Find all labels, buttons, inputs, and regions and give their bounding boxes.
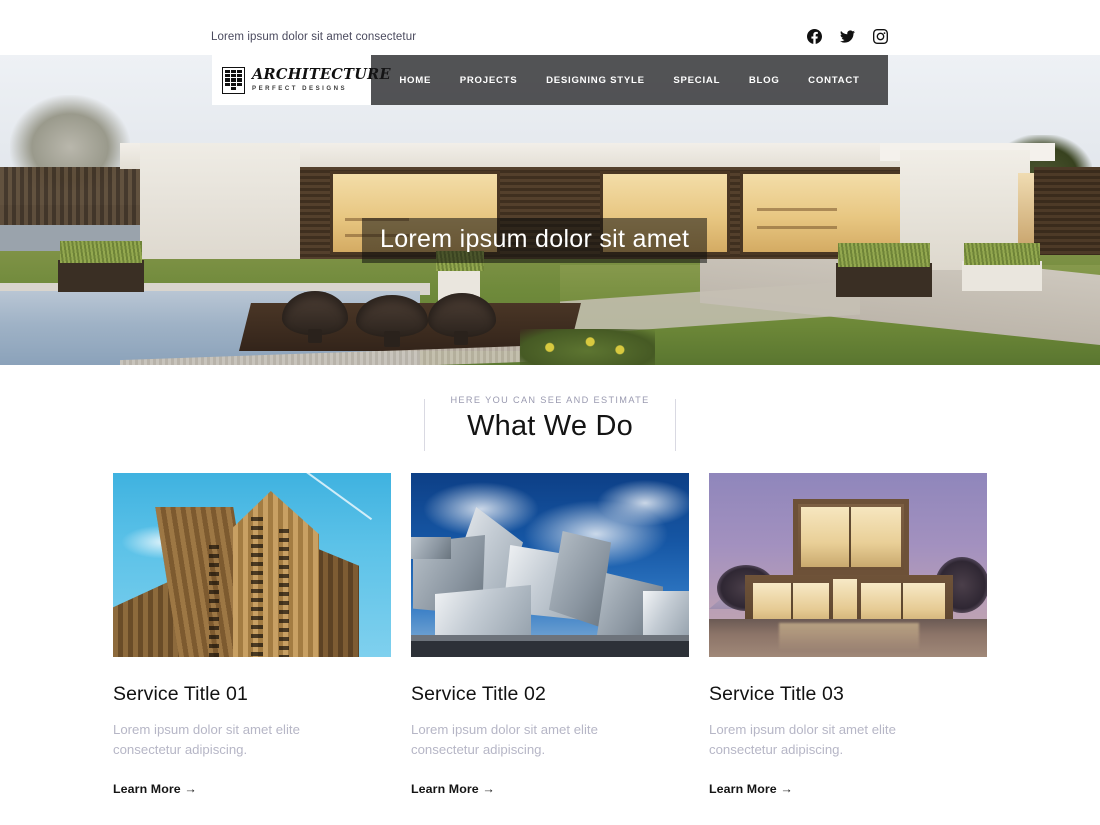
service-card-title: Service Title 02 <box>411 683 546 705</box>
service-card-title: Service Title 01 <box>113 683 248 705</box>
nav-item-projects[interactable]: PROJECTS <box>460 75 518 86</box>
service-card-learn-more-link[interactable]: Learn More → <box>411 782 495 796</box>
service-card-description: Lorem ipsum dolor sit amet elite consect… <box>709 722 896 757</box>
hero-planter-left <box>58 260 144 292</box>
services-section: HERE YOU CAN SEE AND ESTIMATE What We Do… <box>0 365 1100 825</box>
twitter-icon[interactable] <box>840 29 855 44</box>
service-card-description: Lorem ipsum dolor sit amet elite consect… <box>411 722 598 757</box>
hero-slider: ARCHITECTURE PERFECT DESIGNS HOME PROJEC… <box>0 55 1100 365</box>
instagram-icon[interactable] <box>873 29 888 44</box>
service-card-title: Service Title 03 <box>709 683 844 705</box>
hero-planter-right-grass <box>964 243 1040 265</box>
hero-wing-wood <box>1034 167 1100 255</box>
top-bar-tagline: Lorem ipsum dolor sit amet consectetur <box>211 31 417 43</box>
service-card-image-2[interactable] <box>411 473 689 657</box>
service-card-learn-more-link[interactable]: Learn More → <box>113 782 197 796</box>
top-bar: Lorem ipsum dolor sit amet consectetur <box>0 0 1100 55</box>
facebook-icon[interactable] <box>807 29 822 44</box>
hero-flower-bush <box>520 329 655 365</box>
hero-chair-stem-2 <box>384 331 400 347</box>
hero-caption: Lorem ipsum dolor sit amet <box>362 218 708 263</box>
service-card: Service Title 01 Lorem ipsum dolor sit a… <box>113 473 391 798</box>
nav-item-contact[interactable]: CONTACT <box>808 75 859 86</box>
hero-villa-left-wall <box>140 143 300 259</box>
hero-planter-center <box>836 263 932 297</box>
services-card-list: Service Title 01 Lorem ipsum dolor sit a… <box>0 473 1100 798</box>
social-links <box>807 29 888 44</box>
hero-planter-left-grass <box>60 241 142 263</box>
building-icon <box>222 66 245 94</box>
service-card-description: Lorem ipsum dolor sit amet elite consect… <box>113 722 300 757</box>
hero-chair-stem-1 <box>308 329 322 343</box>
hero-planter-center-grass <box>838 243 930 267</box>
service-card-learn-more-link[interactable]: Learn More → <box>709 782 793 796</box>
nav-item-designing-style[interactable]: DESIGNING STYLE <box>546 75 645 86</box>
nav-item-home[interactable]: HOME <box>399 75 431 86</box>
logo[interactable]: ARCHITECTURE PERFECT DESIGNS <box>212 55 391 105</box>
service-card-image-1[interactable] <box>113 473 391 657</box>
section-heading: HERE YOU CAN SEE AND ESTIMATE What We Do <box>0 365 1100 451</box>
section-kicker: HERE YOU CAN SEE AND ESTIMATE <box>450 395 650 405</box>
main-nav: HOME PROJECTS DESIGNING STYLE SPECIAL BL… <box>371 55 888 105</box>
hero-planter-right <box>962 261 1042 291</box>
nav-item-special[interactable]: SPECIAL <box>673 75 720 86</box>
service-card-image-3[interactable] <box>709 473 987 657</box>
nav-item-blog[interactable]: BLOG <box>749 75 780 86</box>
service-card: Service Title 03 Lorem ipsum dolor sit a… <box>709 473 987 798</box>
site-header: ARCHITECTURE PERFECT DESIGNS HOME PROJEC… <box>212 55 888 105</box>
hero-chair-stem-3 <box>454 331 468 345</box>
section-title: What We Do <box>467 410 633 442</box>
service-card: Service Title 02 Lorem ipsum dolor sit a… <box>411 473 689 798</box>
